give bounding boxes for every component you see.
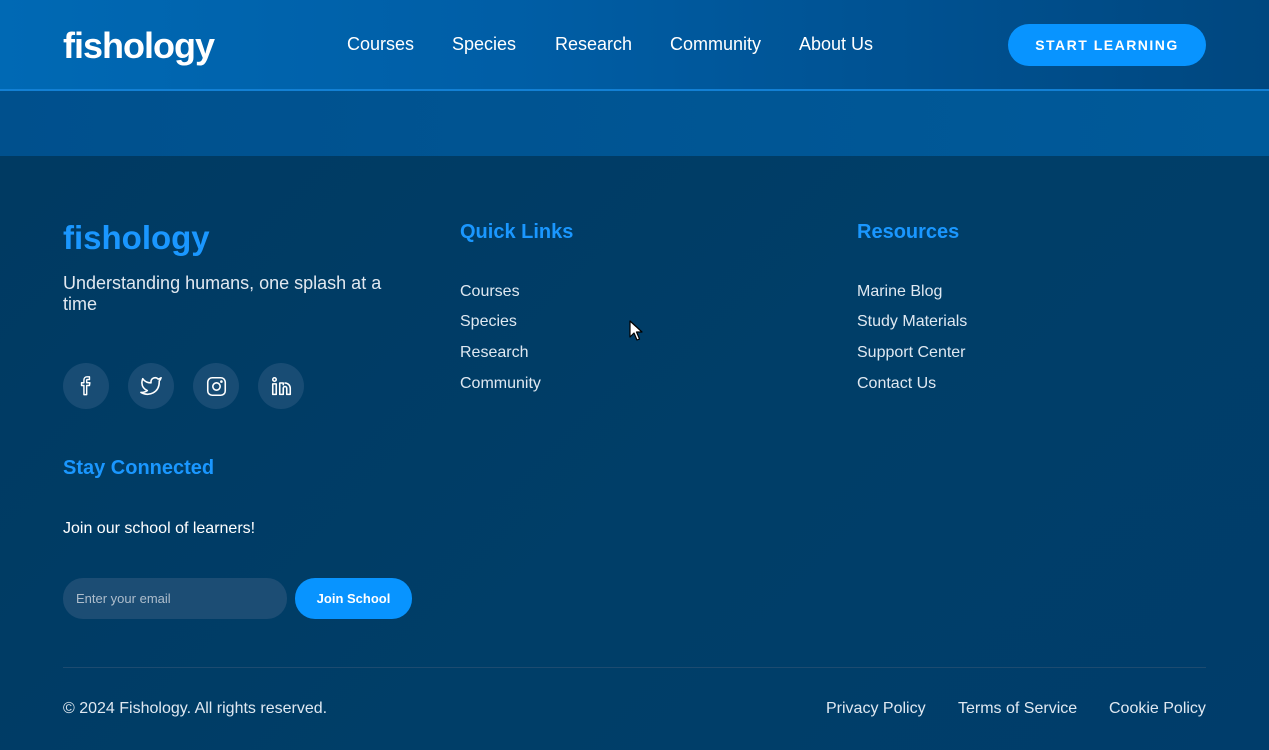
footer-link-marine-blog[interactable]: Marine Blog [857,282,942,302]
instagram-link[interactable] [193,363,239,409]
linkedin-icon [271,376,291,395]
nav-courses[interactable]: Courses [347,33,414,55]
footer-link-courses[interactable]: Courses [460,282,520,302]
email-input[interactable] [63,578,287,619]
linkedin-link[interactable] [258,363,304,409]
nav-about-us[interactable]: About Us [799,33,873,55]
facebook-icon [80,376,91,396]
footer-link-support-center[interactable]: Support Center [857,343,966,363]
site-footer: fishology Understanding humans, one spla… [0,156,1269,750]
footer-link-contact-us[interactable]: Contact Us [857,374,936,394]
footer-link-study-materials[interactable]: Study Materials [857,312,967,332]
start-learning-button[interactable]: START LEARNING [1008,24,1206,66]
hero-band [0,91,1269,156]
resources-title: Resources [857,221,960,243]
footer-divider [63,667,1206,668]
facebook-link[interactable] [63,363,109,409]
footer-link-research[interactable]: Research [460,343,528,363]
footer-tagline: Understanding humans, one splash at a ti… [63,273,382,314]
footer-link-community[interactable]: Community [460,374,541,394]
stay-connected-title: Stay Connected [63,457,215,479]
header-logo[interactable]: fishology [63,26,215,66]
instagram-icon [206,376,226,396]
cookie-policy-link[interactable]: Cookie Policy [1109,699,1206,719]
footer-logo[interactable]: fishology [63,219,210,257]
site-header: fishology Courses Species Research Commu… [0,0,1269,91]
copyright-text: © 2024 Fishology. All rights reserved. [63,700,328,717]
newsletter-text: Join our school of learners! [63,520,256,537]
nav-research[interactable]: Research [555,33,632,55]
footer-link-species[interactable]: Species [460,312,517,332]
terms-of-service-link[interactable]: Terms of Service [958,699,1077,719]
quick-links-title: Quick Links [460,221,574,243]
mouse-cursor-icon [629,320,643,341]
twitter-link[interactable] [128,363,174,409]
nav-community[interactable]: Community [670,33,761,55]
join-school-button[interactable]: Join School [295,578,412,619]
privacy-policy-link[interactable]: Privacy Policy [826,699,926,719]
twitter-icon [140,376,162,395]
nav-species[interactable]: Species [452,33,516,55]
